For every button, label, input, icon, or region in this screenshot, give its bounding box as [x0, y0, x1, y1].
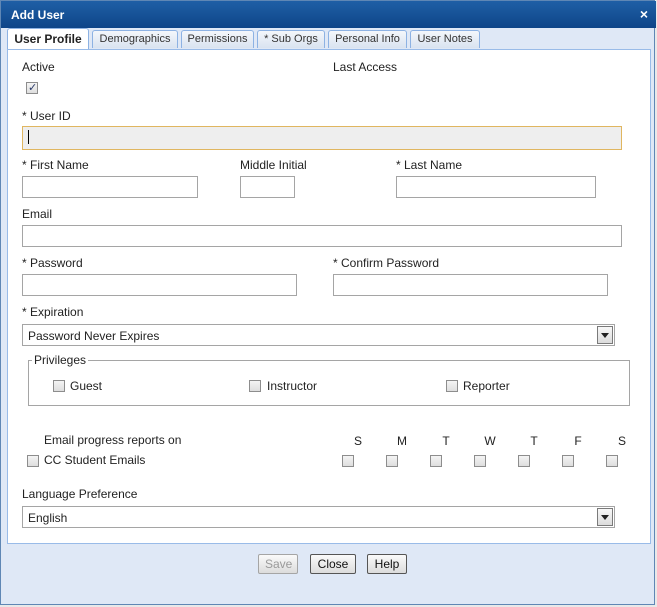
- day-label-wed: W: [484, 434, 496, 448]
- expiration-value: Password Never Expires: [28, 329, 160, 343]
- add-user-dialog: Add User × User Profile Demographics Per…: [0, 0, 656, 605]
- password-input[interactable]: [22, 274, 297, 296]
- day-checkbox-thu[interactable]: [518, 455, 530, 467]
- guest-checkbox[interactable]: [53, 380, 65, 392]
- middle-initial-label: Middle Initial: [240, 158, 307, 172]
- day-label-mon: M: [397, 434, 407, 448]
- tab-demographics[interactable]: Demographics: [92, 30, 178, 48]
- chevron-down-icon: [601, 333, 609, 338]
- text-caret: [28, 130, 29, 144]
- privileges-legend: Privileges: [32, 353, 89, 367]
- first-name-input[interactable]: [22, 176, 198, 198]
- day-checkbox-wed[interactable]: [474, 455, 486, 467]
- dialog-title: Add User: [11, 8, 65, 22]
- confirm-password-label: * Confirm Password: [333, 256, 440, 270]
- instructor-checkbox[interactable]: [249, 380, 261, 392]
- day-checkbox-sun[interactable]: [342, 455, 354, 467]
- dialog-titlebar[interactable]: Add User ×: [1, 1, 656, 28]
- checkmark-icon: ✓: [28, 82, 38, 94]
- cc-student-label: CC Student Emails: [44, 453, 146, 467]
- tab-strip: User Profile Demographics Permissions * …: [5, 28, 652, 49]
- tab-sub-orgs[interactable]: * Sub Orgs: [257, 30, 325, 48]
- help-button[interactable]: Help: [367, 554, 407, 574]
- language-value: English: [28, 511, 68, 525]
- day-checkbox-sat[interactable]: [606, 455, 618, 467]
- guest-label: Guest: [70, 379, 103, 393]
- email-input[interactable]: [22, 225, 622, 247]
- day-label-tue: T: [442, 434, 450, 448]
- tab-personal-info[interactable]: Personal Info: [328, 30, 407, 48]
- day-checkbox-mon[interactable]: [386, 455, 398, 467]
- first-name-label: * First Name: [22, 158, 89, 172]
- last-name-input[interactable]: [396, 176, 596, 198]
- email-progress-label: Email progress reports on: [44, 433, 182, 447]
- day-label-thu: T: [530, 434, 538, 448]
- last-name-label: * Last Name: [396, 158, 463, 172]
- tab-user-notes[interactable]: User Notes: [410, 30, 480, 48]
- dropdown-button[interactable]: [597, 326, 613, 344]
- save-button[interactable]: Save: [258, 554, 298, 574]
- close-button[interactable]: Close: [310, 554, 356, 574]
- tab-permissions[interactable]: Permissions: [181, 30, 254, 48]
- privileges-group: [28, 360, 630, 406]
- expiration-label: * Expiration: [22, 305, 84, 319]
- dropdown-button[interactable]: [597, 508, 613, 526]
- middle-initial-input[interactable]: [240, 176, 295, 198]
- confirm-password-input[interactable]: [333, 274, 608, 296]
- last-access-label: Last Access: [333, 60, 398, 74]
- chevron-down-icon: [601, 515, 609, 520]
- user-id-input[interactable]: [22, 126, 622, 150]
- active-checkbox[interactable]: ✓: [26, 82, 38, 94]
- reporter-checkbox[interactable]: [446, 380, 458, 392]
- user-profile-panel: Active ✓ Last Access * User ID * First N…: [7, 49, 651, 544]
- language-label: Language Preference: [22, 487, 138, 501]
- day-label-fri: F: [574, 434, 582, 448]
- day-label-sat: S: [617, 434, 626, 448]
- active-label: Active: [22, 60, 55, 74]
- tab-user-profile[interactable]: User Profile: [7, 28, 89, 49]
- reporter-label: Reporter: [463, 379, 510, 393]
- user-id-label: * User ID: [22, 109, 71, 123]
- day-label-sun: S: [353, 434, 362, 448]
- cc-student-checkbox[interactable]: [27, 455, 39, 467]
- language-select[interactable]: English: [22, 506, 615, 528]
- email-label: Email: [22, 207, 53, 221]
- day-checkbox-tue[interactable]: [430, 455, 442, 467]
- password-label: * Password: [22, 256, 83, 270]
- day-checkbox-fri[interactable]: [562, 455, 574, 467]
- close-icon[interactable]: ×: [640, 6, 648, 22]
- expiration-select[interactable]: Password Never Expires: [22, 324, 615, 346]
- instructor-label: Instructor: [267, 379, 318, 393]
